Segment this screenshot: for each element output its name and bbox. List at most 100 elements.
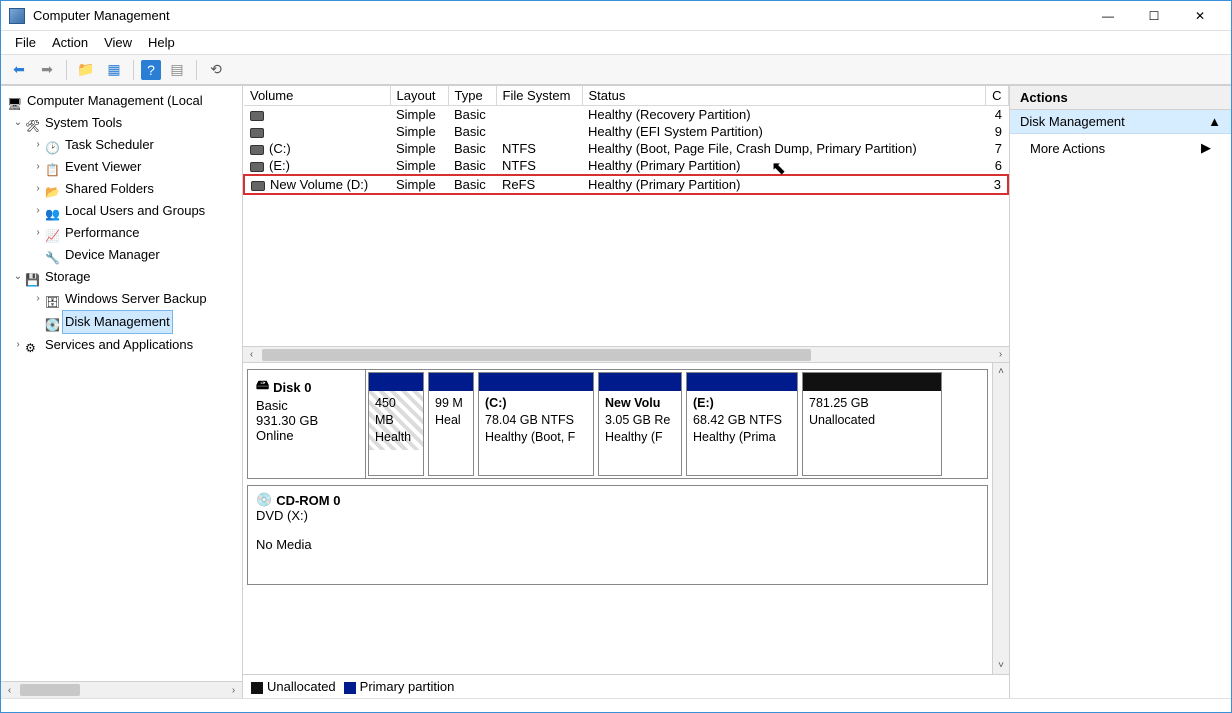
tree-server-backup[interactable]: › 🗄 Windows Server Backup: [3, 288, 240, 310]
properties-button[interactable]: ▦: [102, 58, 126, 82]
main-area: 🖥 Computer Management (Local ⌄ 🛠 System …: [1, 85, 1231, 698]
partition[interactable]: 99 MHeal: [428, 372, 474, 476]
tree-h-scrollbar[interactable]: ‹ ›: [1, 681, 242, 698]
partition[interactable]: New Volu3.05 GB ReHealthy (F: [598, 372, 682, 476]
actions-header: Actions: [1010, 86, 1231, 110]
volume-row[interactable]: (E:)SimpleBasicNTFSHealthy (Primary Part…: [244, 157, 1008, 175]
back-button[interactable]: ⬅: [7, 58, 31, 82]
legend-unallocated-swatch: [251, 682, 263, 694]
status-bar: [1, 698, 1231, 708]
col-layout[interactable]: Layout: [390, 86, 448, 106]
expand-icon[interactable]: ›: [11, 334, 25, 356]
scroll-down-button[interactable]: ˅: [998, 657, 1004, 674]
help-button[interactable]: ?: [141, 60, 161, 80]
volume-row[interactable]: (C:)SimpleBasicNTFSHealthy (Boot, Page F…: [244, 140, 1008, 157]
forward-button[interactable]: ➡: [35, 58, 59, 82]
actions-section-disk-management[interactable]: Disk Management ▲: [1010, 110, 1231, 134]
collapse-icon: ▲: [1208, 114, 1221, 129]
tree-root[interactable]: 🖥 Computer Management (Local: [3, 90, 240, 112]
tree-task-scheduler[interactable]: › 🕑 Task Scheduler: [3, 134, 240, 156]
expand-icon[interactable]: ›: [31, 200, 45, 222]
menu-view[interactable]: View: [104, 35, 132, 50]
volume-row[interactable]: SimpleBasicHealthy (EFI System Partition…: [244, 123, 1008, 140]
maximize-button[interactable]: ☐: [1131, 1, 1177, 31]
partition[interactable]: 781.25 GBUnallocated: [802, 372, 942, 476]
computer-icon: 🖥: [7, 93, 23, 109]
menu-action[interactable]: Action: [52, 35, 88, 50]
disk-v-scrollbar[interactable]: ˄ ˅: [992, 363, 1009, 674]
col-filesystem[interactable]: File System: [496, 86, 582, 106]
expand-icon[interactable]: ›: [31, 134, 45, 156]
legend-primary-swatch: [344, 682, 356, 694]
disk-row-cdrom0[interactable]: 💿CD-ROM 0 DVD (X:) No Media: [247, 485, 988, 585]
volume-icon: [251, 181, 265, 191]
storage-icon: 💾: [25, 269, 41, 285]
perf-icon: 📈: [45, 225, 61, 241]
view-button[interactable]: ▤: [165, 58, 189, 82]
partition[interactable]: (C:)78.04 GB NTFSHealthy (Boot, F: [478, 372, 594, 476]
volume-icon: [250, 128, 264, 138]
disk-icon: 💽: [45, 314, 61, 330]
scroll-thumb[interactable]: [20, 684, 80, 696]
tree-performance[interactable]: › 📈 Performance: [3, 222, 240, 244]
col-capacity[interactable]: C: [986, 86, 1008, 106]
collapse-icon[interactable]: ⌄: [11, 266, 25, 288]
tree-system-tools[interactable]: ⌄ 🛠 System Tools: [3, 112, 240, 134]
expand-icon[interactable]: ›: [31, 288, 45, 310]
tree-device-manager[interactable]: 🔧 Device Manager: [3, 244, 240, 266]
partition[interactable]: (E:)68.42 GB NTFSHealthy (Prima: [686, 372, 798, 476]
volume-icon: [250, 162, 264, 172]
refresh-button[interactable]: ⟲: [204, 58, 228, 82]
volume-header-row: Volume Layout Type File System Status C: [244, 86, 1008, 106]
menu-help[interactable]: Help: [148, 35, 175, 50]
app-icon: [9, 8, 25, 24]
actions-pane: Actions Disk Management ▲ More Actions ▶: [1009, 86, 1231, 698]
scroll-thumb[interactable]: [262, 349, 811, 361]
scroll-right-button[interactable]: ›: [225, 685, 242, 696]
window-controls: — ☐ ✕: [1085, 1, 1223, 31]
disk-icon: 🖴: [256, 376, 269, 398]
window-title: Computer Management: [33, 8, 1085, 23]
volume-list[interactable]: Volume Layout Type File System Status C …: [243, 86, 1009, 346]
toolbar: ⬅ ➡ 📁 ▦ ? ▤ ⟲: [1, 55, 1231, 85]
toolbar-separator: [66, 60, 67, 80]
minimize-button[interactable]: —: [1085, 1, 1131, 31]
tree-disk-management[interactable]: 💽 Disk Management: [3, 310, 240, 334]
disk0-partitions: 450 MBHealth99 MHeal(C:)78.04 GB NTFSHea…: [366, 370, 987, 478]
actions-more-actions[interactable]: More Actions ▶: [1010, 134, 1231, 162]
partition[interactable]: 450 MBHealth: [368, 372, 424, 476]
cdrom-icon: 💿: [256, 492, 272, 508]
services-icon: ⚙: [25, 337, 41, 353]
expand-icon[interactable]: ›: [31, 178, 45, 200]
menu-file[interactable]: File: [15, 35, 36, 50]
tree-shared-folders[interactable]: › 📂 Shared Folders: [3, 178, 240, 200]
volume-row[interactable]: New Volume (D:)SimpleBasicReFSHealthy (P…: [244, 175, 1008, 194]
scroll-right-button[interactable]: ›: [992, 349, 1009, 360]
disk-graphic-area: 🖴Disk 0 Basic 931.30 GB Online 450 MBHea…: [243, 363, 1009, 674]
users-icon: 👥: [45, 203, 61, 219]
col-status[interactable]: Status: [582, 86, 986, 106]
chevron-right-icon: ▶: [1201, 140, 1211, 156]
disk-row-disk0[interactable]: 🖴Disk 0 Basic 931.30 GB Online 450 MBHea…: [247, 369, 988, 479]
volume-row[interactable]: SimpleBasicHealthy (Recovery Partition)4: [244, 106, 1008, 124]
scroll-up-button[interactable]: ˄: [998, 363, 1004, 380]
expand-icon[interactable]: ›: [31, 222, 45, 244]
show-hide-tree-button[interactable]: 📁: [74, 58, 98, 82]
tree-event-viewer[interactable]: › 📋 Event Viewer: [3, 156, 240, 178]
device-icon: 🔧: [45, 247, 61, 263]
col-type[interactable]: Type: [448, 86, 496, 106]
col-volume[interactable]: Volume: [244, 86, 390, 106]
collapse-icon[interactable]: ⌄: [11, 112, 25, 134]
expand-icon[interactable]: ›: [31, 156, 45, 178]
scroll-left-button[interactable]: ‹: [243, 349, 260, 360]
scroll-left-button[interactable]: ‹: [1, 685, 18, 696]
tree-storage[interactable]: ⌄ 💾 Storage: [3, 266, 240, 288]
tree-local-users[interactable]: › 👥 Local Users and Groups: [3, 200, 240, 222]
close-button[interactable]: ✕: [1177, 1, 1223, 31]
nav-tree[interactable]: 🖥 Computer Management (Local ⌄ 🛠 System …: [1, 86, 242, 681]
volume-h-scrollbar[interactable]: ‹ ›: [243, 346, 1009, 363]
legend: Unallocated Primary partition: [243, 674, 1009, 698]
tree-services-apps[interactable]: › ⚙ Services and Applications: [3, 334, 240, 356]
nav-tree-pane: 🖥 Computer Management (Local ⌄ 🛠 System …: [1, 86, 243, 698]
toolbar-separator: [196, 60, 197, 80]
